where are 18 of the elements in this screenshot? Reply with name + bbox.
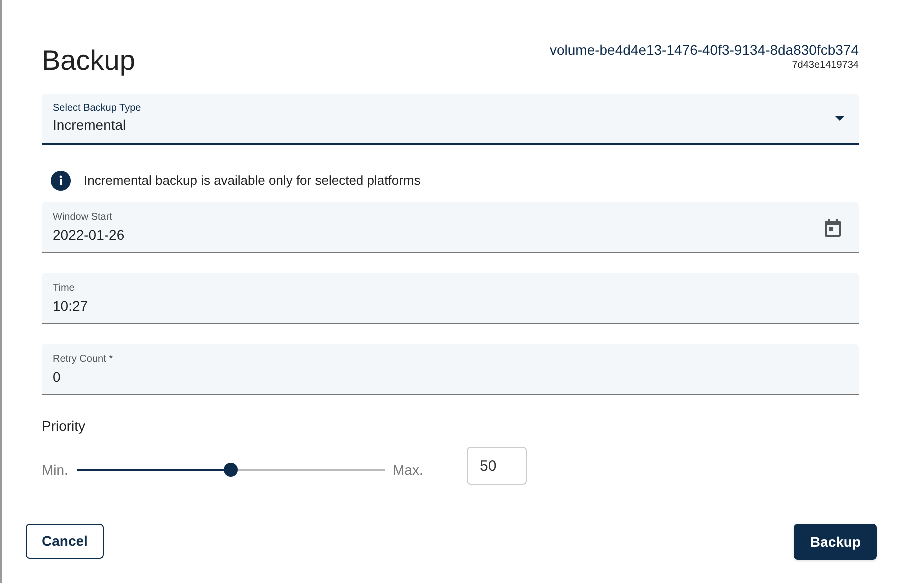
priority-label: Priority (42, 417, 87, 436)
volume-name: volume-be4d4e13-1476-40f3-9134-8da830fcb374 (550, 41, 859, 59)
cancel-button[interactable]: Cancel (26, 524, 104, 559)
volume-id: 7d43e1419734 (792, 59, 859, 73)
date-field[interactable]: Window Start 2022-01-26 (42, 202, 859, 253)
dialog-title: Backup (42, 44, 136, 78)
calendar-icon[interactable] (825, 219, 841, 237)
max-label: Max. (393, 460, 424, 480)
priority-input[interactable]: 50 (467, 447, 527, 485)
info-icon (51, 171, 71, 191)
priority-slider[interactable] (77, 463, 385, 477)
backup-button[interactable]: Backup (794, 524, 877, 560)
input-field[interactable]: Retry Count * 0 (42, 344, 859, 395)
min-label: Min. (42, 460, 70, 480)
input-field[interactable]: Time 10:27 (42, 273, 859, 324)
info-message: Incremental backup is available only for selected platforms (84, 172, 421, 190)
backup-type-select[interactable]: Select Backup Type Incremental (42, 94, 859, 145)
dropdown-caret-icon (835, 116, 845, 121)
